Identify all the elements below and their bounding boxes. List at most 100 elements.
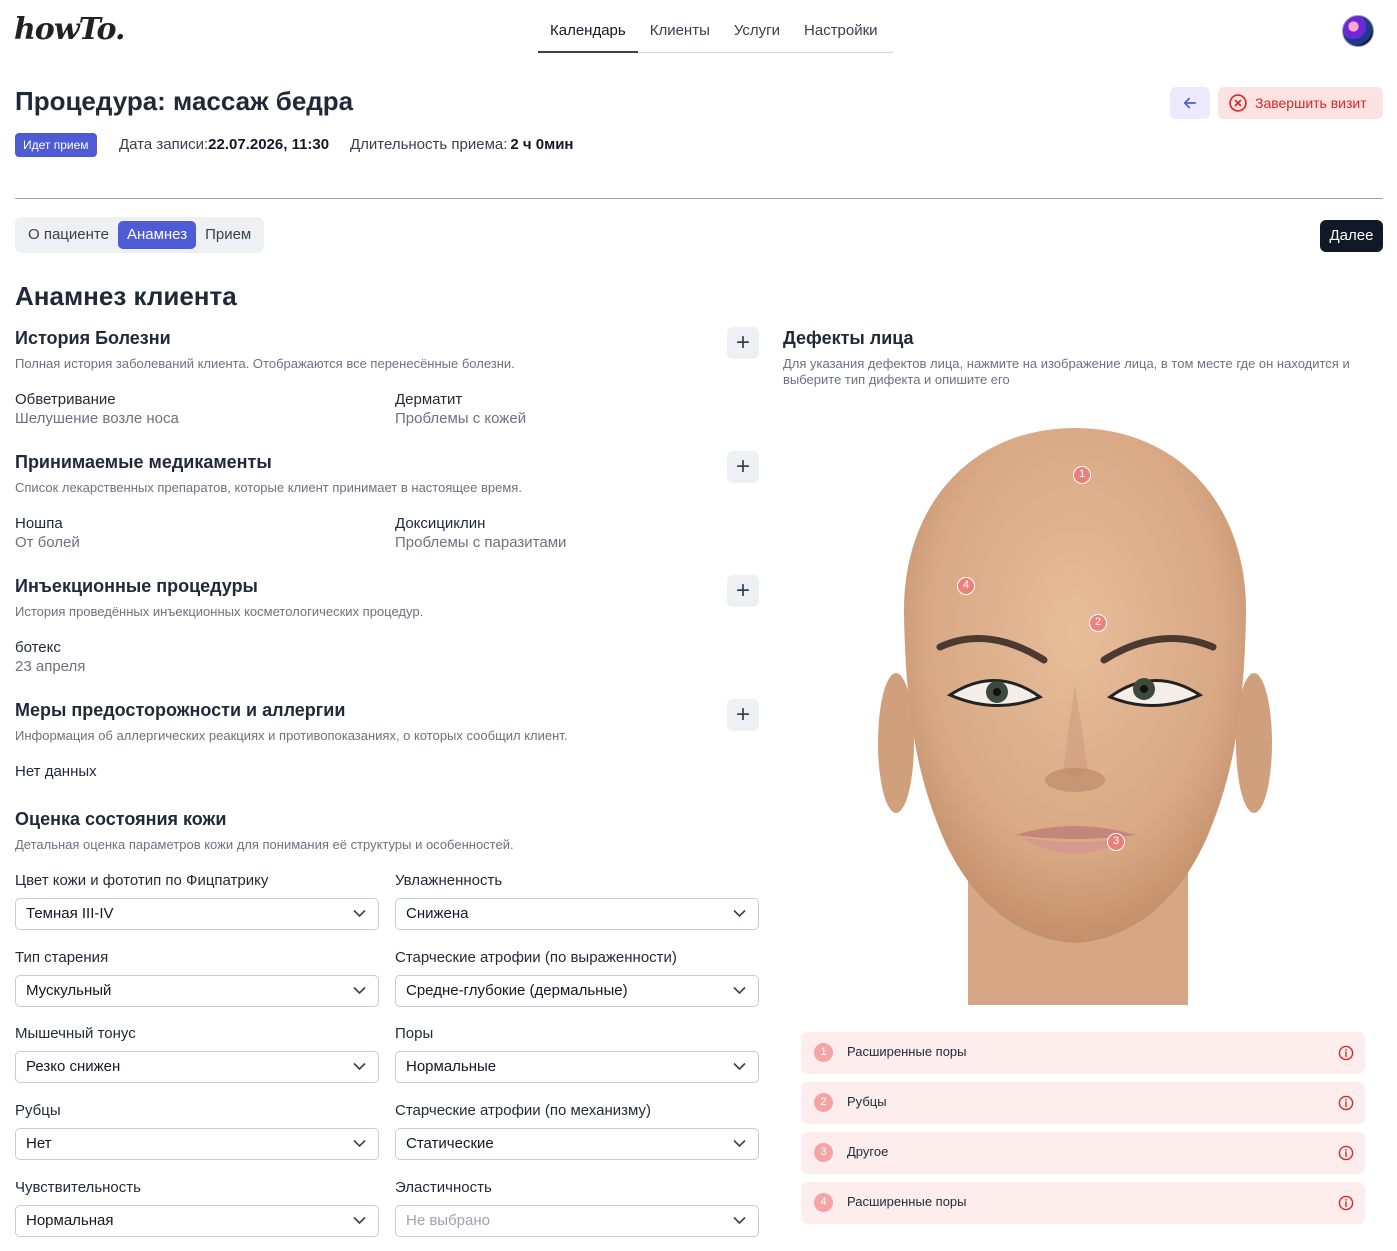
face-defects-title: Дефекты лица: [783, 328, 914, 348]
plus-icon: +: [735, 577, 750, 604]
next-button[interactable]: Далее: [1320, 220, 1383, 252]
defect-item[interactable]: 3 Другое: [801, 1132, 1365, 1174]
chevron-down-icon: [733, 986, 746, 995]
defect-number: 1: [814, 1043, 833, 1062]
skin-desc: Детальная оценка параметров кожи для пон…: [15, 837, 514, 852]
face-map[interactable]: 1 2 3 4: [878, 425, 1272, 1005]
nav-tab-calendar[interactable]: Календарь: [538, 14, 638, 53]
hydration-select[interactable]: Снижена: [395, 898, 759, 930]
info-icon[interactable]: [1338, 1145, 1354, 1161]
plus-icon: +: [735, 701, 750, 728]
close-circle-icon: [1229, 94, 1247, 112]
select-value: Статические: [406, 1135, 494, 1152]
face-defects-desc: Для указания дефектов лица, нажмите на и…: [783, 356, 1350, 371]
date-value: 22.07.2026, 11:30: [208, 136, 330, 153]
nav-tab-services[interactable]: Услуги: [722, 14, 792, 53]
select-value: Резко снижен: [26, 1058, 121, 1075]
atrophy-severity-select[interactable]: Средне-глубокие (дермальные): [395, 975, 759, 1007]
back-button[interactable]: [1170, 87, 1210, 119]
field-label: Поры: [395, 1025, 434, 1042]
add-allergy-button[interactable]: +: [727, 699, 759, 731]
meds-desc: Список лекарственных препаратов, которые…: [15, 480, 522, 495]
section-title: Анамнез клиента: [15, 281, 237, 311]
defect-marker[interactable]: 1: [1073, 466, 1091, 484]
add-history-button[interactable]: +: [727, 327, 759, 359]
defect-item[interactable]: 2 Рубцы: [801, 1082, 1365, 1124]
field-label: Увлажненность: [395, 872, 503, 889]
info-icon[interactable]: [1338, 1045, 1354, 1061]
defect-item[interactable]: 1 Расширенные поры: [801, 1032, 1365, 1074]
meds-item-sub: Проблемы с паразитами: [395, 534, 567, 551]
injection-item-sub: 23 апреля: [15, 658, 86, 675]
elasticity-select[interactable]: Не выбрано: [395, 1205, 759, 1237]
field-label: Чувствительность: [15, 1179, 141, 1196]
aging-type-select[interactable]: Мускульный: [15, 975, 379, 1007]
plus-icon: +: [735, 329, 750, 356]
info-icon[interactable]: [1338, 1095, 1354, 1111]
divider: [15, 198, 1383, 199]
sensitivity-select[interactable]: Нормальная: [15, 1205, 379, 1237]
nav-tab-settings[interactable]: Настройки: [792, 14, 890, 53]
pores-select[interactable]: Нормальные: [395, 1051, 759, 1083]
defect-marker[interactable]: 3: [1107, 833, 1125, 851]
field-label: Мышечный тонус: [15, 1025, 136, 1042]
add-meds-button[interactable]: +: [727, 451, 759, 483]
history-item-sub: Шелушение возле носа: [15, 410, 179, 427]
allergies-title: Меры предосторожности и аллергии: [15, 700, 346, 720]
user-avatar[interactable]: [1342, 15, 1374, 47]
defect-number: 2: [814, 1093, 833, 1112]
tab-about-patient[interactable]: О пациенте: [19, 221, 118, 249]
muscle-tone-select[interactable]: Резко снижен: [15, 1051, 379, 1083]
select-value: Снижена: [406, 905, 469, 922]
duration-value: 2 ч 0мин: [510, 136, 574, 153]
select-value: Нормальная: [26, 1212, 114, 1229]
scars-select[interactable]: Нет: [15, 1128, 379, 1160]
defect-label: Расширенные поры: [847, 1194, 967, 1209]
tab-anamnesis[interactable]: Анамнез: [117, 221, 197, 249]
add-injection-button[interactable]: +: [727, 575, 759, 607]
date-label: Дата записи:: [119, 136, 209, 153]
defect-marker[interactable]: 4: [957, 577, 975, 595]
phototype-select[interactable]: Темная III-IV: [15, 898, 379, 930]
chevron-down-icon: [733, 909, 746, 918]
select-value: Средне-глубокие (дермальные): [406, 982, 628, 999]
page-title: Процедура: массаж бедра: [15, 86, 354, 116]
chevron-down-icon: [353, 909, 366, 918]
meds-item-name: Ношпа: [15, 515, 63, 532]
allergies-empty: Нет данных: [15, 763, 97, 780]
select-value: Не выбрано: [406, 1212, 490, 1229]
history-item-name: Обветривание: [15, 391, 116, 408]
tab-reception[interactable]: Прием: [196, 221, 260, 249]
defect-marker[interactable]: 2: [1089, 614, 1107, 632]
atrophy-mechanism-select[interactable]: Статические: [395, 1128, 759, 1160]
defect-number: 4: [814, 1193, 833, 1212]
face-defects-desc: выберите тип дифекта и опишите его: [783, 372, 1010, 387]
plus-icon: +: [735, 453, 750, 480]
status-badge: Идет прием: [15, 133, 97, 157]
meds-item-sub: От болей: [15, 534, 80, 551]
info-icon[interactable]: [1338, 1195, 1354, 1211]
allergies-desc: Информация об аллергических реакциях и п…: [15, 728, 568, 743]
select-value: Мускульный: [26, 982, 112, 999]
app-logo[interactable]: howTo.: [14, 12, 125, 47]
meds-title: Принимаемые медикаменты: [15, 452, 272, 472]
field-label: Цвет кожи и фототип по Фицпатрику: [15, 872, 269, 889]
defect-number: 3: [814, 1143, 833, 1162]
field-label: Тип старения: [15, 949, 109, 966]
defect-item[interactable]: 4 Расширенные поры: [801, 1182, 1365, 1224]
select-value: Нормальные: [406, 1058, 497, 1075]
history-item-sub: Проблемы с кожей: [395, 410, 527, 427]
injections-desc: История проведённых инъекционных космето…: [15, 604, 424, 619]
select-value: Нет: [26, 1135, 52, 1152]
chevron-down-icon: [353, 1062, 366, 1071]
injections-title: Инъекционные процедуры: [15, 576, 258, 596]
defect-label: Расширенные поры: [847, 1044, 967, 1059]
nav-tab-clients[interactable]: Клиенты: [638, 14, 722, 53]
main-nav: Календарь Клиенты Услуги Настройки: [538, 14, 893, 53]
field-label: Рубцы: [15, 1102, 61, 1119]
finish-visit-button[interactable]: Завершить визит: [1218, 87, 1383, 119]
defect-label: Другое: [847, 1144, 889, 1159]
chevron-down-icon: [353, 1139, 366, 1148]
chevron-down-icon: [733, 1062, 746, 1071]
visit-subtabs: О пациенте Анамнез Прием: [15, 217, 265, 253]
